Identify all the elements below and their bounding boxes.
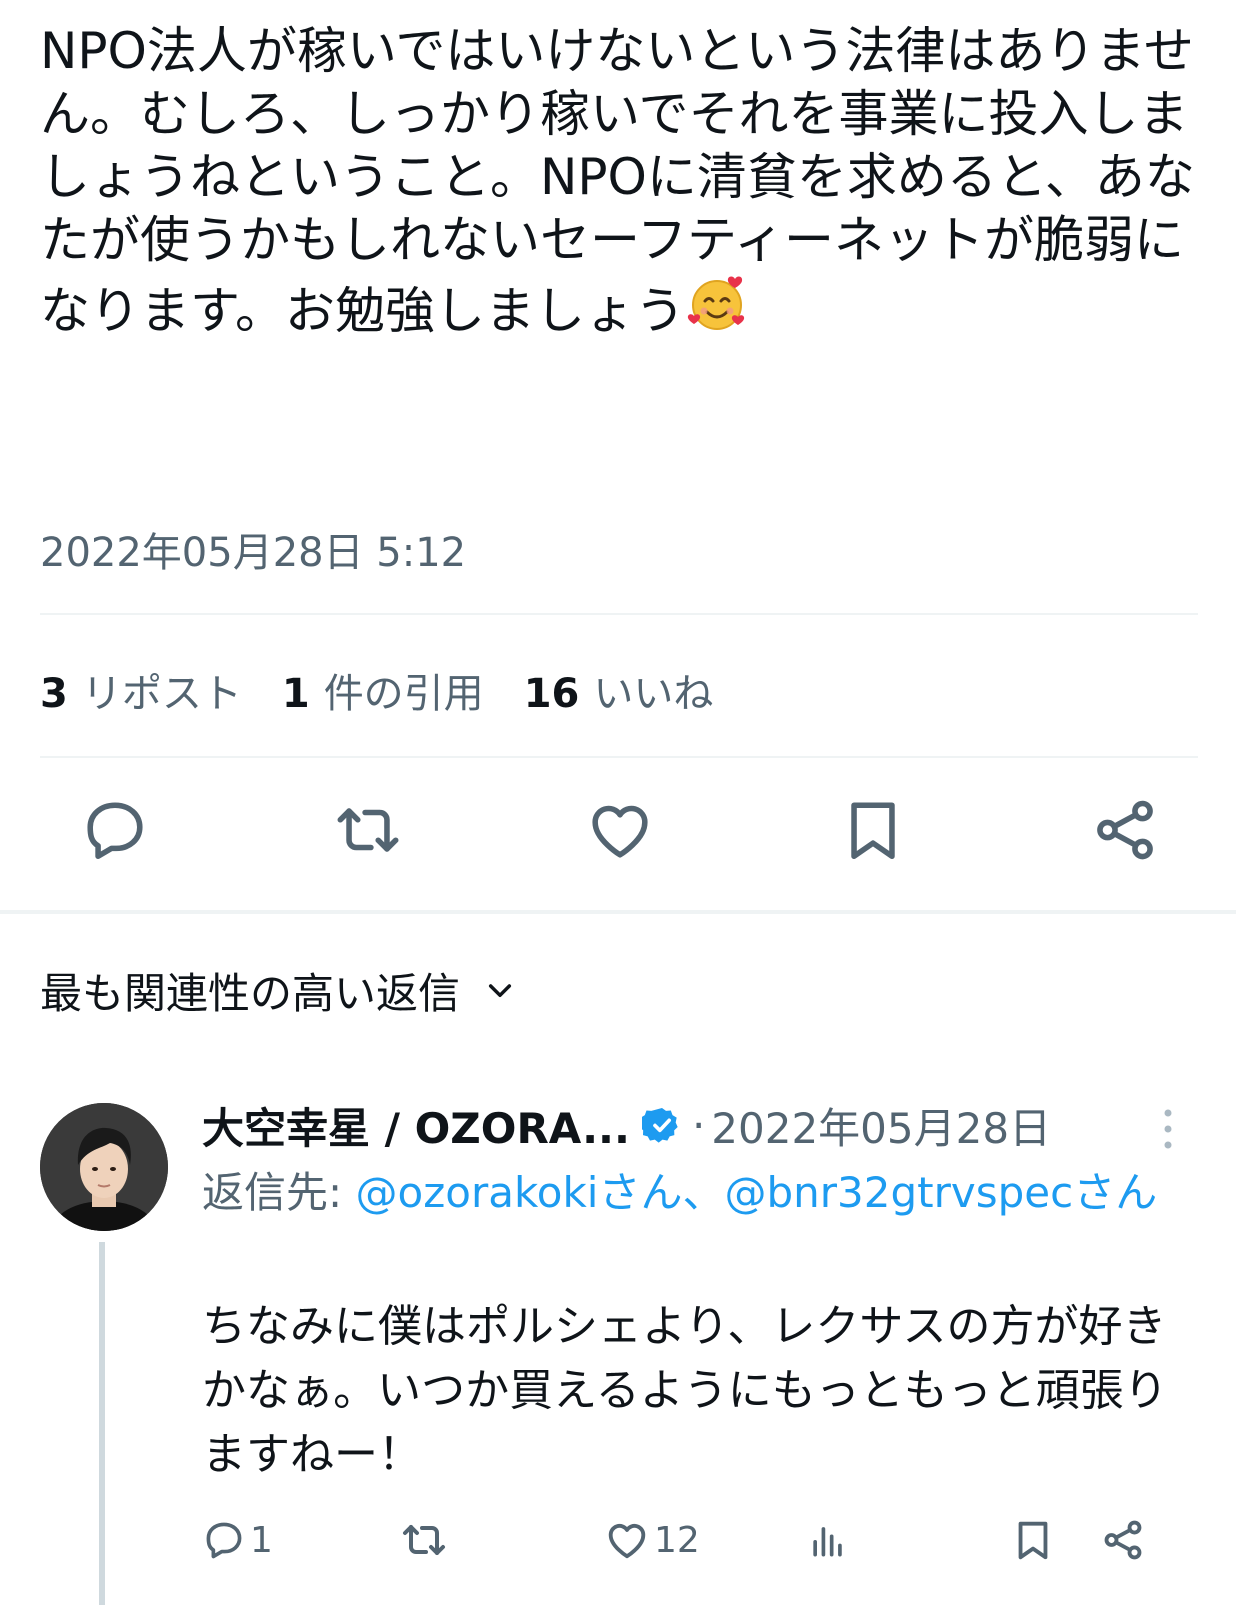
like-icon[interactable] <box>585 795 655 865</box>
reply-icon <box>206 1522 242 1559</box>
avatar[interactable] <box>40 1103 168 1231</box>
reply-icon[interactable] <box>80 795 150 865</box>
mention-separator: 、 <box>682 1168 725 1217</box>
reposts-count: 3 <box>40 671 68 717</box>
repost-icon[interactable] <box>333 795 403 865</box>
more-options-icon[interactable] <box>1163 1107 1173 1151</box>
mention-link-2[interactable]: @bnr32gtrvspecさん <box>725 1168 1158 1217</box>
share-icon[interactable] <box>1090 795 1160 865</box>
reply-timestamp[interactable]: 2022年05月28日 <box>711 1095 1051 1156</box>
reply-action-bar: 1 12 <box>202 1505 1182 1575</box>
chevron-down-icon <box>488 984 512 998</box>
likes-stat[interactable]: 16 いいね <box>524 661 714 719</box>
reply-bookmark-button[interactable] <box>1010 1505 1056 1575</box>
verified-badge-icon <box>641 1108 678 1143</box>
reposts-stat[interactable]: 3 リポスト <box>40 661 242 719</box>
reply-to-label: 返信先: <box>202 1168 343 1217</box>
share-icon <box>1104 1520 1142 1560</box>
reply-share-button[interactable] <box>1100 1505 1146 1575</box>
tweet-body: NPO法人が稼いではいけないという法律はありません。むしろ、しっかり稼いでそれを… <box>40 22 1195 340</box>
tweet-action-bar <box>80 795 1160 865</box>
reply-header: 大空幸星 / OZORA... · 2022年05月28日 <box>202 1095 1202 1155</box>
reply-separator: · <box>691 1100 706 1150</box>
reply-views-button[interactable] <box>806 1505 850 1575</box>
smiling-face-with-hearts-emoji-icon <box>687 276 745 330</box>
replies-sort-selector[interactable]: 最も関連性の高い返信 <box>40 960 516 1020</box>
tweet-stats: 3 リポスト 1 件の引用 16 いいね <box>40 660 753 720</box>
tweet-timestamp[interactable]: 2022年05月28日 5:12 <box>40 520 466 578</box>
tweet-text: NPO法人が稼いではいけないという法律はありません。むしろ、しっかり稼いでそれを… <box>40 20 1200 343</box>
quotes-stat[interactable]: 1 件の引用 <box>282 661 484 719</box>
likes-label: いいね <box>593 671 714 717</box>
replies-sort-label: 最も関連性の高い返信 <box>40 968 461 1018</box>
reply-to-line: 返信先: @ozorakokiさん、@bnr32gtrvspecさん <box>202 1162 1192 1224</box>
reply-author-name[interactable]: 大空幸星 / OZORA... <box>202 1095 630 1156</box>
quotes-label: 件の引用 <box>323 671 484 717</box>
divider-top <box>40 613 1198 615</box>
reposts-label: リポスト <box>81 671 242 717</box>
reply-repost-button[interactable] <box>400 1505 448 1575</box>
reply-reply-count: 1 <box>250 1519 273 1561</box>
views-chart-icon <box>813 1527 842 1557</box>
thread-line <box>99 1242 105 1605</box>
reply-reply-button[interactable]: 1 <box>202 1505 273 1575</box>
repost-icon <box>403 1525 445 1555</box>
quotes-count: 1 <box>281 671 310 717</box>
avatar-photo <box>40 1103 168 1231</box>
reply-text: ちなみに僕はポルシェより、レクサスの方が好きかなぁ。いつか買えるようにもっともっ… <box>202 1301 1168 1480</box>
mention-link-1[interactable]: @ozorakokiさん <box>356 1168 683 1217</box>
likes-count: 16 <box>523 671 580 717</box>
reply-like-button[interactable]: 12 <box>604 1505 700 1575</box>
bookmark-icon <box>1018 1521 1048 1560</box>
divider-bottom <box>40 756 1198 758</box>
like-icon <box>608 1523 646 1559</box>
reply-like-count: 12 <box>654 1519 700 1561</box>
section-separator <box>0 910 1236 914</box>
bookmark-icon[interactable] <box>838 795 908 865</box>
